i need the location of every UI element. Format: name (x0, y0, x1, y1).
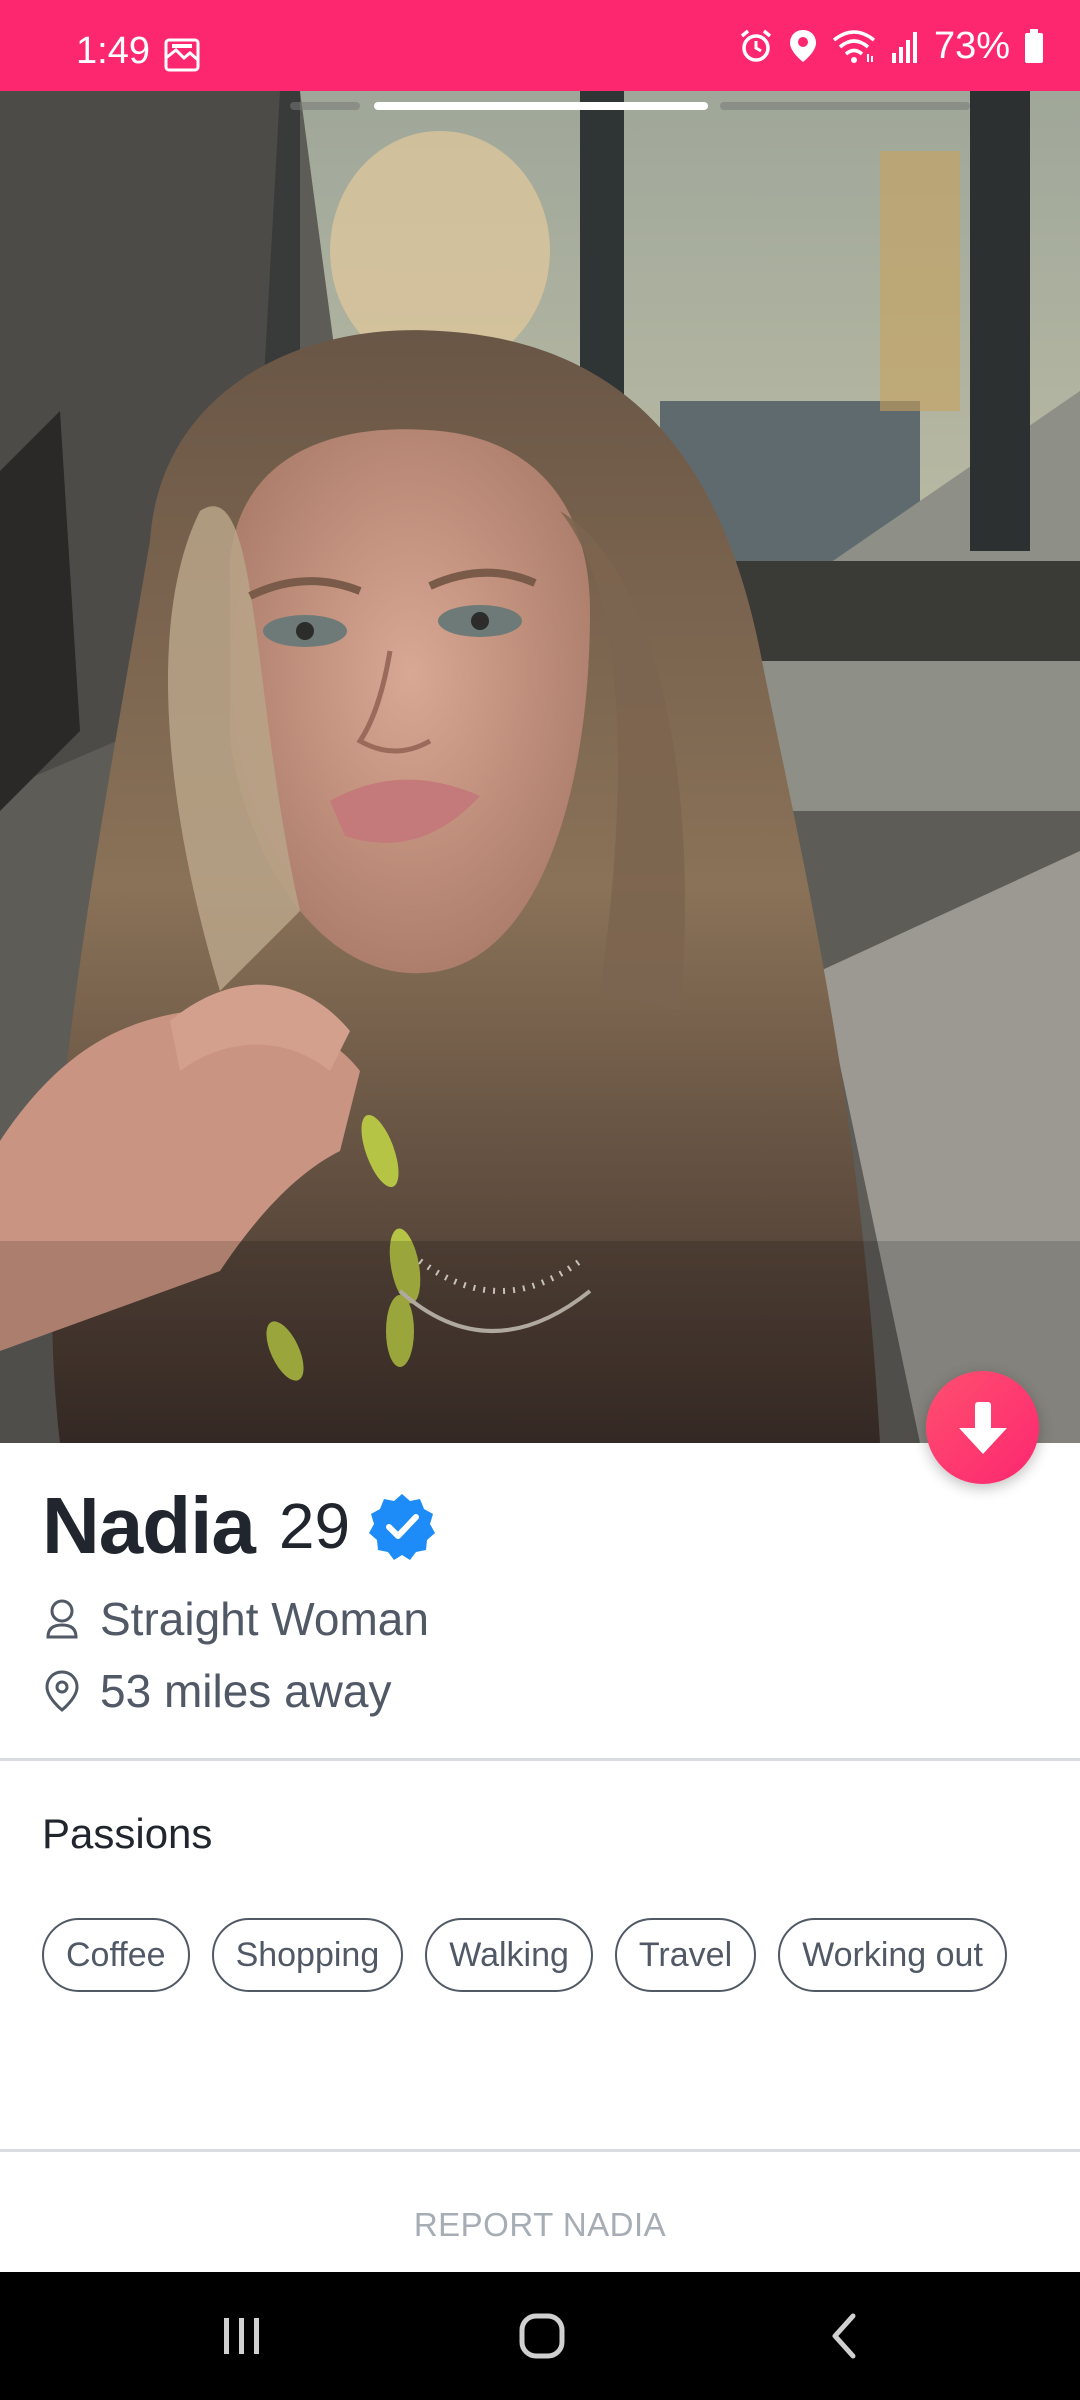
image-icon (164, 38, 200, 72)
profile-photo[interactable] (0, 91, 1080, 1443)
arrow-down-icon (958, 1401, 1007, 1454)
passion-chip: Travel (614, 1918, 757, 1992)
profile-name: Nadia (42, 1481, 256, 1570)
passions-title: Passions (42, 1810, 213, 1857)
home-icon (519, 2313, 565, 2359)
report-button[interactable]: REPORT NADIA (0, 2206, 1080, 2244)
distance-row: 53 miles away (42, 1664, 391, 1718)
passions-list: Coffee Shopping Walking Travel Working o… (42, 1918, 1042, 1992)
home-button[interactable] (462, 2272, 622, 2400)
profile-age: 29 (278, 1490, 351, 1562)
passion-chip: Working out (778, 1918, 1007, 1992)
person-icon (46, 1599, 78, 1639)
profile-header: Nadia 29 (42, 1480, 436, 1572)
photo-progress-segment-active (374, 102, 708, 110)
signal-icon (891, 32, 917, 63)
distance-text: 53 miles away (100, 1665, 392, 1717)
back-button[interactable] (764, 2272, 924, 2400)
photo-progress-segment (290, 102, 360, 110)
photo-progress-indicator (0, 102, 1080, 110)
recents-icon (224, 2318, 259, 2354)
status-icons: 73% (738, 24, 1044, 67)
orientation-row: Straight Woman (42, 1592, 429, 1646)
photo-progress-segment (720, 102, 970, 110)
battery-percent: 73% (933, 24, 1010, 67)
orientation-text: Straight Woman (100, 1593, 429, 1645)
divider (0, 2149, 1080, 2152)
verified-badge-icon[interactable] (368, 1492, 436, 1560)
alarm-icon (740, 29, 772, 62)
wifi-icon (832, 30, 876, 63)
passion-chip: Walking (425, 1918, 593, 1992)
system-nav-bar (0, 2272, 1080, 2400)
recents-button[interactable] (162, 2272, 322, 2400)
location-pin-icon (45, 1670, 79, 1712)
passion-chip: Coffee (42, 1918, 190, 1992)
battery-icon (1025, 29, 1043, 63)
status-bar: 1:49 73% (0, 0, 1080, 91)
status-time: 1:49 (76, 30, 150, 72)
location-icon (789, 30, 816, 62)
passion-chip: Shopping (211, 1918, 404, 1992)
back-icon (832, 2313, 856, 2359)
divider (0, 1758, 1080, 1761)
collapse-profile-button[interactable] (926, 1371, 1039, 1484)
